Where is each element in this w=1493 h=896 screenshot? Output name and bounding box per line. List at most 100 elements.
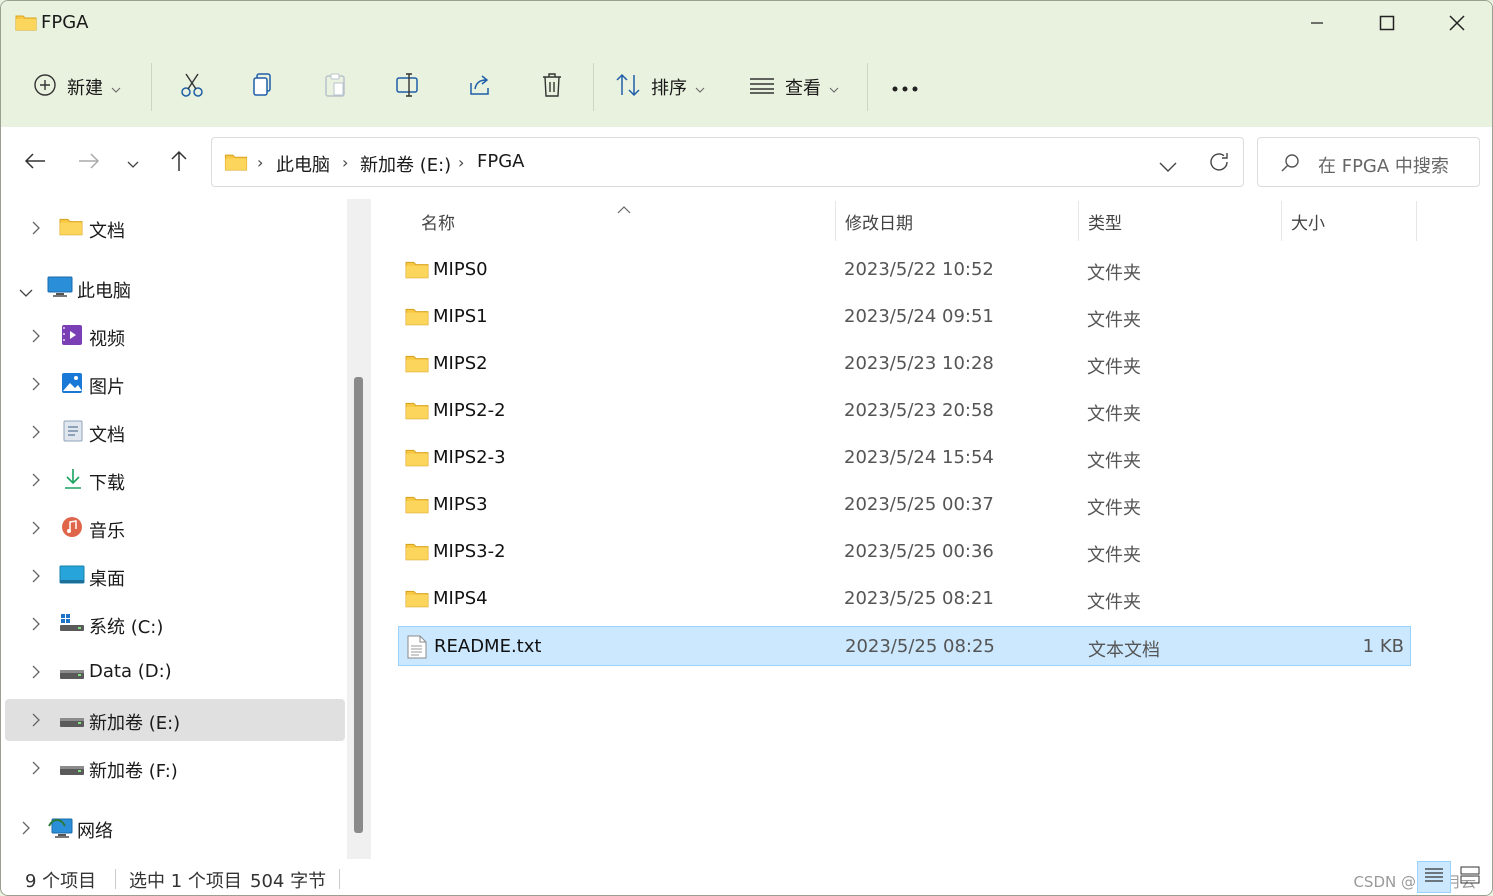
back-button[interactable]	[17, 145, 53, 181]
file-row[interactable]: MIPS4 2023/5/25 08:21 文件夹	[398, 579, 1411, 619]
file-name: MIPS3-2	[433, 541, 506, 562]
chevron-right-icon[interactable]	[31, 664, 41, 683]
details-view-icon	[1424, 866, 1444, 888]
column-header-name[interactable]: 名称	[421, 209, 455, 234]
chevron-right-icon[interactable]	[31, 472, 41, 491]
file-date: 2023/5/24 15:54	[844, 447, 994, 468]
rename-button[interactable]	[395, 67, 421, 107]
music-icon	[61, 516, 83, 542]
sidebar-item-drive-f[interactable]: 新加卷 (F:)	[5, 747, 345, 789]
details-view-button[interactable]	[1417, 861, 1451, 893]
breadcrumb-fpga[interactable]: FPGA	[477, 151, 524, 172]
new-button[interactable]: 新建	[33, 67, 121, 107]
column-header-type[interactable]: 类型	[1088, 209, 1122, 234]
sidebar-item-drive-c[interactable]: 系统 (C:)	[5, 603, 345, 645]
column-divider[interactable]	[1281, 201, 1282, 241]
sidebar-item-music[interactable]: 音乐	[5, 507, 345, 549]
sidebar-scrollbar-thumb[interactable]	[354, 377, 363, 833]
minimize-button[interactable]	[1282, 1, 1352, 45]
chevron-right-icon[interactable]	[31, 220, 41, 239]
file-row[interactable]: MIPS2 2023/5/23 10:28 文件夹	[398, 344, 1411, 384]
toolbar-divider	[593, 63, 594, 111]
column-header-modified[interactable]: 修改日期	[845, 209, 913, 234]
item-count: 9 个项目	[25, 871, 97, 892]
sidebar-item-network[interactable]: 网络	[5, 807, 345, 849]
file-row[interactable]: MIPS1 2023/5/24 09:51 文件夹	[398, 297, 1411, 337]
refresh-icon[interactable]	[1208, 151, 1230, 177]
folder-icon	[405, 541, 429, 565]
file-row-selected[interactable]: README.txt 2023/5/25 08:25 文本文档 1 KB	[398, 626, 1411, 666]
chevron-down-icon[interactable]	[19, 283, 33, 302]
paste-button[interactable]	[323, 67, 347, 107]
chevron-right-icon[interactable]	[31, 760, 41, 779]
file-name: MIPS2-2	[433, 400, 506, 421]
address-bar[interactable]: › 此电脑 › 新加卷 (E:) › FPGA	[211, 137, 1244, 187]
file-row[interactable]: MIPS2-2 2023/5/23 20:58 文件夹	[398, 391, 1411, 431]
sidebar-item-videos[interactable]: 视频	[5, 315, 345, 357]
chevron-right-icon[interactable]	[31, 520, 41, 539]
sidebar-item-desktop[interactable]: 桌面	[5, 555, 345, 597]
chevron-right-icon[interactable]	[31, 616, 41, 635]
cut-button[interactable]	[179, 67, 205, 107]
file-row[interactable]: MIPS3 2023/5/25 00:37 文件夹	[398, 485, 1411, 525]
arrow-left-icon	[24, 152, 46, 174]
file-row[interactable]: MIPS2-3 2023/5/24 15:54 文件夹	[398, 438, 1411, 478]
recent-locations-button[interactable]	[115, 145, 151, 181]
delete-button[interactable]	[540, 67, 564, 107]
sidebar-item-downloads[interactable]: 下载	[5, 459, 345, 501]
chevron-right-icon[interactable]	[31, 568, 41, 587]
column-divider[interactable]	[835, 201, 836, 241]
sidebar-item-this-pc[interactable]: 此电脑	[5, 267, 345, 309]
breadcrumb-drive-e[interactable]: 新加卷 (E:)	[360, 151, 451, 177]
tiles-view-icon	[1460, 866, 1480, 888]
view-lines-icon	[749, 75, 775, 99]
chevron-down-icon	[829, 78, 839, 97]
share-button[interactable]	[467, 67, 493, 107]
sidebar-item-label: 文档	[89, 221, 125, 242]
column-divider[interactable]	[1078, 201, 1079, 241]
sidebar-item-label: 音乐	[89, 521, 125, 542]
file-size: 1 KB	[1362, 636, 1404, 657]
sidebar-item-drive-d[interactable]: Data (D:)	[5, 651, 345, 693]
sidebar-item-drive-e[interactable]: 新加卷 (E:)	[5, 699, 345, 741]
search-icon	[1280, 153, 1300, 177]
folder-icon	[405, 353, 429, 377]
arrow-right-icon	[78, 152, 100, 174]
copy-button[interactable]	[251, 67, 275, 107]
view-button[interactable]: 查看	[749, 67, 839, 107]
sidebar-item-pictures[interactable]: 图片	[5, 363, 345, 405]
file-row[interactable]: MIPS0 2023/5/22 10:52 文件夹	[398, 250, 1411, 290]
maximize-button[interactable]	[1352, 1, 1422, 45]
sidebar-item-documents-quick[interactable]: 文档	[5, 207, 345, 249]
chevron-right-icon[interactable]	[31, 376, 41, 395]
file-type: 文件夹	[1087, 404, 1141, 425]
copy-icon	[251, 72, 275, 102]
sidebar-item-documents[interactable]: 文档	[5, 411, 345, 453]
toolbar-divider	[151, 63, 152, 111]
forward-button[interactable]	[71, 145, 107, 181]
folder-icon	[405, 588, 429, 612]
documents-icon	[63, 420, 83, 446]
chevron-right-icon[interactable]	[31, 424, 41, 443]
chevron-right-icon[interactable]	[21, 820, 31, 839]
more-options-button[interactable]	[891, 67, 919, 107]
search-input[interactable]: 在 FPGA 中搜索	[1257, 137, 1480, 187]
chevron-right-icon[interactable]	[31, 712, 41, 731]
file-row[interactable]: MIPS3-2 2023/5/25 00:36 文件夹	[398, 532, 1411, 572]
sidebar-scrollbar[interactable]	[347, 199, 371, 859]
sidebar-item-label: 图片	[89, 377, 125, 398]
column-header-size[interactable]: 大小	[1291, 209, 1325, 234]
close-button[interactable]	[1422, 1, 1492, 45]
breadcrumb-this-pc[interactable]: 此电脑	[276, 151, 330, 177]
column-divider[interactable]	[1416, 201, 1417, 241]
chevron-right-icon[interactable]	[31, 328, 41, 347]
address-dropdown-icon[interactable]	[1159, 157, 1177, 176]
up-button[interactable]	[161, 145, 197, 181]
file-date: 2023/5/23 20:58	[844, 400, 994, 421]
view-button-label: 查看	[785, 78, 821, 99]
tiles-view-button[interactable]	[1453, 861, 1487, 893]
window-title: FPGA	[41, 12, 89, 33]
sort-button[interactable]: 排序	[615, 67, 705, 107]
selection-size: 504 字节	[250, 871, 327, 892]
file-date: 2023/5/25 08:21	[844, 588, 994, 609]
